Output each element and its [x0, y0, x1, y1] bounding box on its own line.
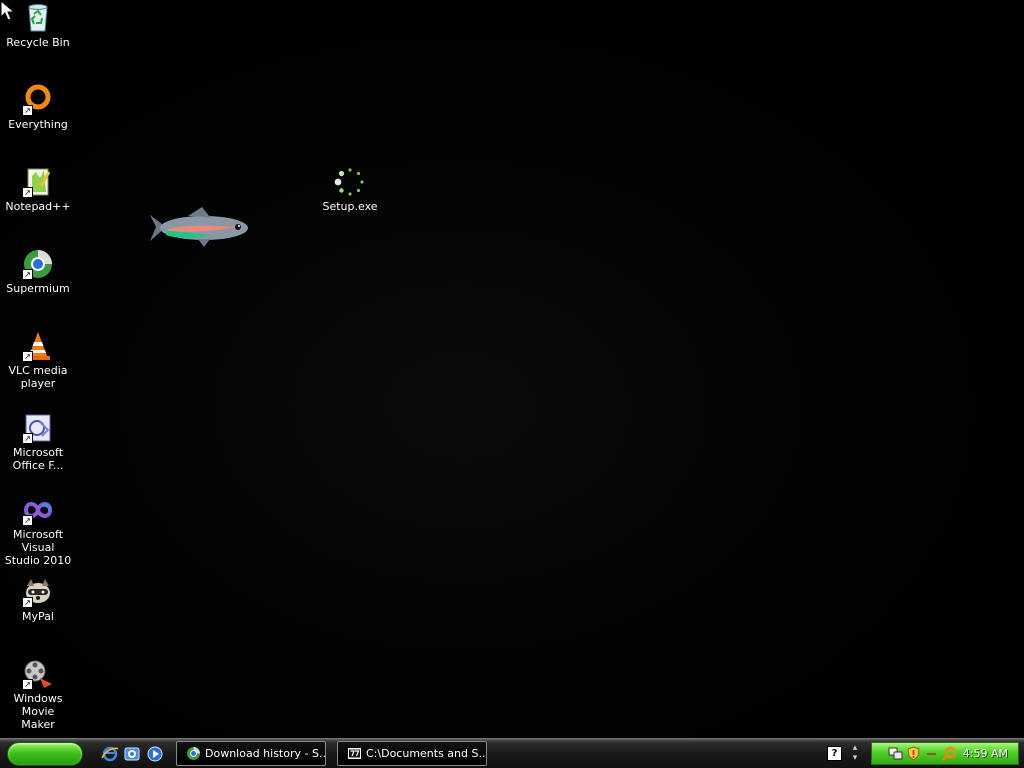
icon-label: Setup.exe — [322, 200, 378, 213]
7zip-icon — [347, 747, 362, 760]
icon-label: MyPal — [22, 610, 54, 623]
everything-icon: ↗ — [22, 84, 54, 116]
visual-studio-desktop-icon[interactable]: ↗ Microsoft Visual Studio 2010 — [0, 494, 76, 567]
shortcut-arrow-icon: ↗ — [22, 269, 33, 280]
show-desktop-icon[interactable] — [123, 745, 141, 763]
vlc-desktop-icon[interactable]: ↗ VLC media player — [0, 330, 76, 390]
shortcut-arrow-icon: ↗ — [22, 187, 33, 198]
help-icon[interactable]: ? — [827, 746, 842, 761]
shortcut-arrow-icon: ↗ — [22, 351, 33, 362]
shortcut-arrow-icon: ↗ — [22, 433, 33, 444]
setup-exe-desktop-icon[interactable]: Setup.exe — [312, 166, 388, 213]
search-icon[interactable] — [942, 746, 957, 761]
security-shield-icon[interactable] — [906, 746, 921, 761]
media-player-icon[interactable] — [146, 745, 164, 763]
icon-label: Microsoft Office F... — [12, 446, 64, 472]
icon-label: Windows Movie Maker — [13, 692, 63, 731]
taskbar-button-7zip-folder[interactable]: C:\Documents and S... — [337, 741, 487, 766]
recycle-bin-desktop-icon[interactable]: Recycle Bin — [0, 2, 76, 49]
clock[interactable]: 4:59 AM — [963, 743, 1008, 764]
icon-label: Everything — [8, 118, 68, 131]
supermium-desktop-icon[interactable]: ↗ Supermium — [0, 248, 76, 295]
icon-label: VLC media player — [8, 364, 68, 390]
recycle-bin-icon — [22, 2, 54, 34]
visual-studio-infinity-icon: ↗ — [22, 494, 54, 526]
icon-label: Recycle Bin — [6, 36, 70, 49]
taskbar-button-download-history[interactable]: Download history - S... — [176, 741, 326, 766]
icon-label: Notepad++ — [5, 200, 71, 213]
icon-label: Supermium — [6, 282, 70, 295]
supermium-icon — [187, 747, 200, 760]
notepadpp-desktop-icon[interactable]: ↗ Notepad++ — [0, 166, 76, 213]
shortcut-arrow-icon: ↗ — [22, 679, 33, 690]
office-frontpage-desktop-icon[interactable]: ↗ Microsoft Office F... — [0, 412, 76, 472]
start-button[interactable] — [7, 742, 83, 766]
mypal-raccoon-icon: ↗ — [22, 576, 54, 608]
notepadpp-icon: ↗ — [22, 166, 54, 198]
movie-maker-desktop-icon[interactable]: ↗ Windows Movie Maker — [0, 658, 76, 731]
system-tray: 4:59 AM — [871, 742, 1019, 765]
everything-desktop-icon[interactable]: ↗ Everything — [0, 84, 76, 131]
desktop[interactable]: Recycle Bin ↗ Everything ↗ Notepad++ ↗ S… — [0, 0, 1024, 738]
taskbar: Download history - S... C:\Documents and… — [0, 738, 1024, 768]
shortcut-arrow-icon: ↗ — [22, 515, 33, 526]
supermium-icon: ↗ — [22, 248, 54, 280]
network-icon[interactable] — [888, 746, 903, 761]
office-frontpage-icon: ↗ — [22, 412, 54, 444]
shortcut-arrow-icon: ↗ — [22, 105, 33, 116]
minimized-dash-icon[interactable] — [924, 746, 939, 761]
taskbar-button-label: Download history - S... — [205, 747, 326, 760]
shortcut-arrow-icon: ↗ — [22, 597, 33, 608]
vlc-cone-icon: ↗ — [22, 330, 54, 362]
ie-icon[interactable] — [101, 745, 119, 763]
mypal-desktop-icon[interactable]: ↗ MyPal — [0, 576, 76, 623]
icon-label: Microsoft Visual Studio 2010 — [4, 528, 72, 567]
fish-wallpaper-icon — [150, 207, 248, 247]
tray-expand-chevron-icon[interactable]: ▴ ▾ — [849, 743, 861, 763]
movie-maker-film-reel-icon: ↗ — [22, 658, 54, 690]
loading-spinner-icon — [334, 166, 366, 198]
taskbar-button-label: C:\Documents and S... — [366, 747, 487, 760]
